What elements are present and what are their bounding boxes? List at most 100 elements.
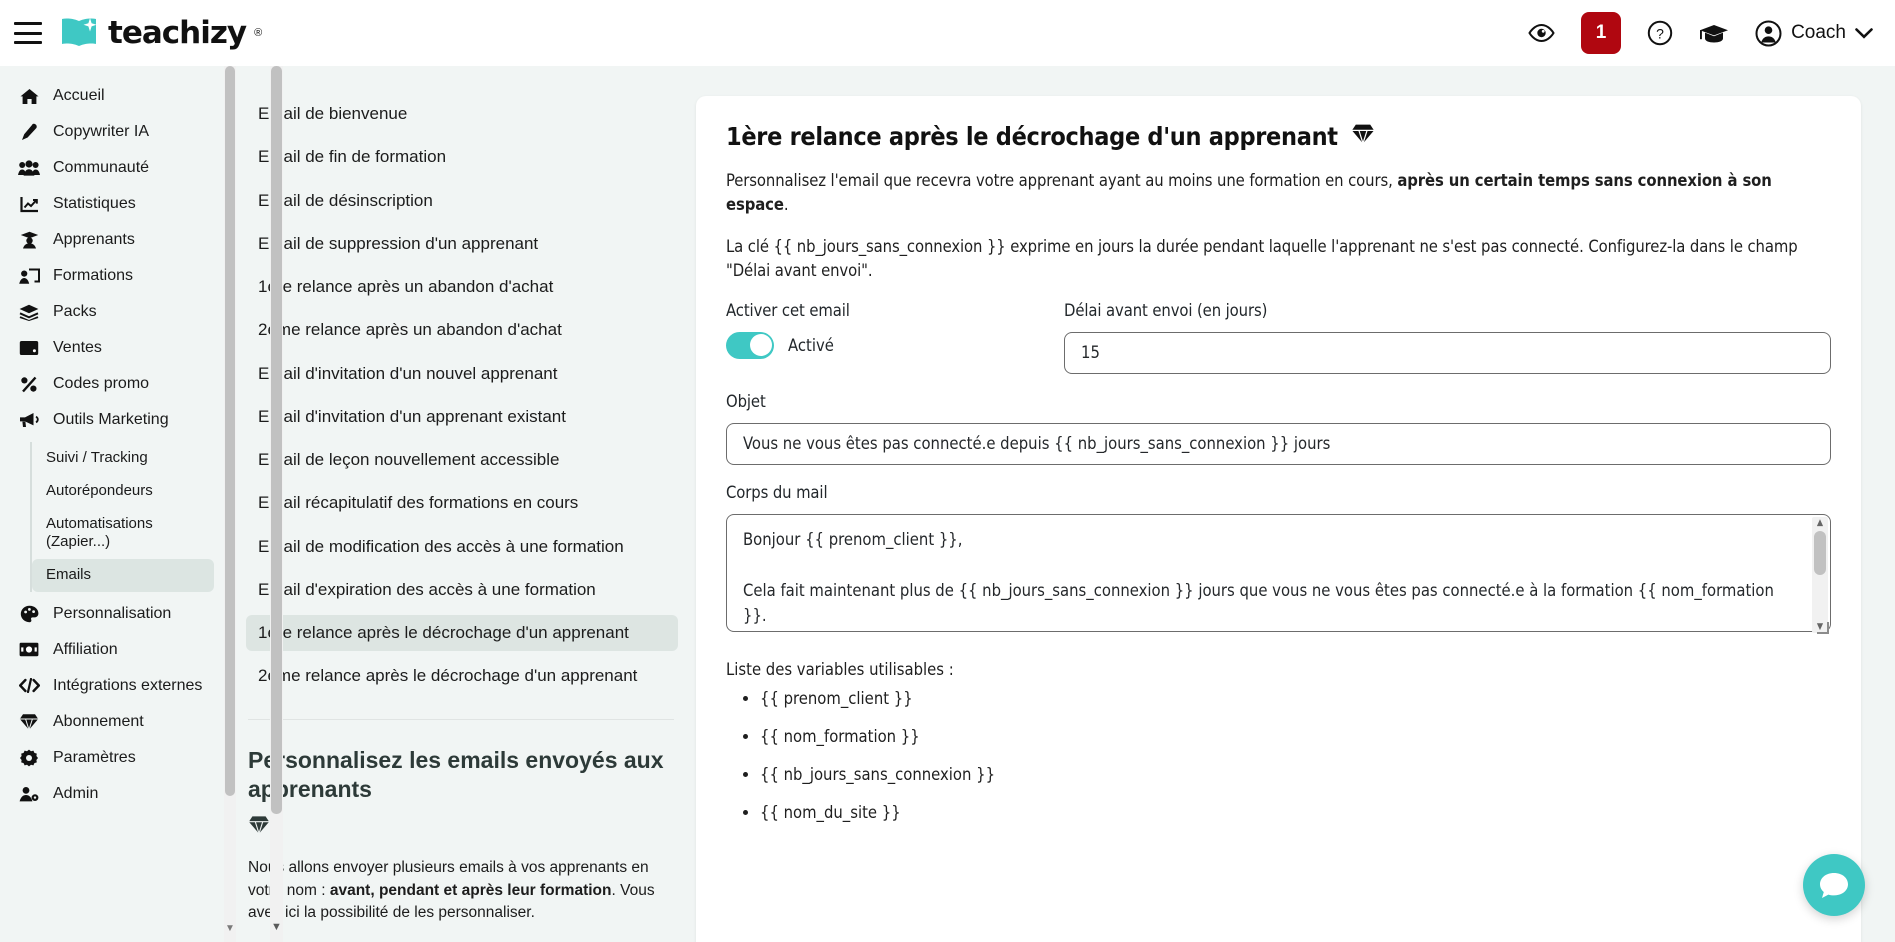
list-item[interactable]: Email de bienvenue: [246, 96, 678, 132]
list-item-selected[interactable]: 1ère relance après le décrochage d'un ap…: [246, 615, 678, 652]
email-item-label: Email d'invitation d'un apprenant exista…: [258, 406, 566, 426]
list-item[interactable]: Email de désinscription: [246, 183, 678, 219]
code-icon: [18, 678, 40, 694]
sidebar-item-copywriter-ia[interactable]: Copywriter IA: [0, 114, 236, 150]
brand-registered-mark: ®: [254, 27, 263, 39]
email-item-label: Email de modification des accès à une fo…: [258, 536, 624, 556]
sidebar-item-label: Outils Marketing: [53, 411, 169, 428]
header-actions: 1 ? Coach: [1528, 12, 1895, 54]
sidebar-item-formations[interactable]: Formations: [0, 258, 236, 294]
sidebar-item-parametres[interactable]: Paramètres: [0, 740, 236, 776]
sidebar-item-accueil[interactable]: Accueil: [0, 78, 236, 114]
sidebar-item-statistiques[interactable]: Statistiques: [0, 186, 236, 222]
email-item-label: Email d'expiration des accès à une forma…: [258, 579, 596, 599]
sidebar-item-label: Paramètres: [53, 748, 136, 766]
account-menu[interactable]: Coach: [1755, 20, 1873, 47]
body-textarea-wrapper: Bonjour {{ prenom_client }}, Cela fait m…: [726, 513, 1831, 636]
sidebar-item-personnalisation[interactable]: Personnalisation: [0, 596, 236, 632]
delay-input[interactable]: [1064, 331, 1831, 374]
email-item-label: Email d'invitation d'un nouvel apprenant: [258, 363, 558, 383]
sidebar-item-label: Accueil: [53, 87, 105, 104]
hamburger-icon[interactable]: [14, 22, 42, 44]
brand-logo[interactable]: teachizy ®: [60, 15, 262, 51]
sidebar-item-integrations-externes[interactable]: Intégrations externes: [0, 668, 236, 704]
sidebar-item-suivi-tracking[interactable]: Suivi / Tracking: [32, 442, 214, 475]
email-item-label: Email récapitulatif des formations en co…: [258, 493, 579, 513]
body-scrollbar[interactable]: ▲ ▼: [1812, 516, 1828, 633]
sidebar-item-label: Apprenants: [53, 231, 135, 248]
email-editor-column: 1ère relance après le décrochage d'un ap…: [696, 66, 1895, 942]
list-item[interactable]: Email de suppression d'un apprenant: [246, 226, 678, 262]
body-scroll-up-icon[interactable]: ▲: [1814, 518, 1826, 528]
card-intro-paragraph: Personnalisez l'email que recevra votre …: [726, 169, 1831, 217]
list-item: {{ nom_du_site }}: [760, 803, 1831, 822]
body-resize-handle[interactable]: [1817, 621, 1829, 634]
sidebar-item-abonnement[interactable]: Abonnement: [0, 704, 236, 740]
graduation-cap-icon[interactable]: [1699, 22, 1729, 44]
user-circle-icon: [1755, 20, 1782, 47]
sidebar-subitem-label: Automatisations (Zapier...): [46, 514, 153, 551]
activate-label: Activer cet email: [726, 300, 850, 320]
notification-badge[interactable]: 1: [1581, 12, 1622, 54]
promo-heading-text: Personnalisez les emails envoyés aux app…: [248, 746, 664, 803]
settings-row: Activer cet email Activé Délai avant env…: [726, 301, 1831, 374]
sidebar-submenu-marketing: Suivi / Tracking Autorépondeurs Automati…: [30, 442, 236, 592]
sidebar-item-outils-marketing[interactable]: Outils Marketing: [0, 402, 236, 438]
sidebar-scroll-thumb[interactable]: [225, 66, 235, 796]
list-item[interactable]: Email de fin de formation: [246, 139, 678, 175]
users-icon: [18, 160, 40, 176]
top-header: teachizy ® 1 ? Coach: [0, 0, 1895, 66]
gem-icon: [1351, 122, 1375, 151]
body-textarea[interactable]: Bonjour {{ prenom_client }}, Cela fait m…: [726, 513, 1831, 632]
promo-paragraph-1: Nous allons envoyer plusieurs emails à v…: [248, 857, 674, 924]
sidebar-item-label: Copywriter IA: [53, 123, 150, 140]
email-list-scroll-thumb[interactable]: [271, 66, 282, 814]
sidebar-item-autorepondeurs[interactable]: Autorépondeurs: [32, 475, 214, 508]
sidebar-item-communaute[interactable]: Communauté: [0, 150, 236, 186]
list-item[interactable]: 1ère relance après un abandon d'achat: [246, 269, 678, 305]
list-item[interactable]: Email de modification des accès à une fo…: [246, 529, 678, 565]
sidebar-item-admin[interactable]: Admin: [0, 776, 236, 812]
list-item[interactable]: Email de leçon nouvellement accessible: [246, 442, 678, 478]
sidebar-item-label: Intégrations externes: [53, 676, 203, 694]
chat-bubble-icon[interactable]: [1803, 854, 1865, 916]
app-root: teachizy ® 1 ? Coach Accueil Copywriter …: [0, 0, 1895, 942]
list-item[interactable]: Email d'invitation d'un nouvel apprenant: [246, 356, 678, 392]
pen-icon: [18, 123, 40, 141]
email-editor-card: 1ère relance après le décrochage d'un ap…: [696, 96, 1861, 942]
activate-toggle[interactable]: [726, 331, 774, 359]
list-item[interactable]: Email d'invitation d'un apprenant exista…: [246, 399, 678, 435]
sidebar-item-apprenants[interactable]: Apprenants: [0, 222, 236, 258]
subject-input[interactable]: [726, 422, 1831, 465]
email-list-scrollbar[interactable]: ▼: [270, 66, 283, 942]
question-circle-icon[interactable]: ?: [1647, 20, 1673, 46]
sidebar-item-emails[interactable]: Emails: [32, 559, 214, 592]
sidebar-item-label: Statistiques: [53, 195, 136, 212]
promo-heading: Personnalisez les emails envoyés aux app…: [248, 746, 674, 844]
sidebar-item-ventes[interactable]: Ventes: [0, 330, 236, 366]
email-item-label: 1ère relance après un abandon d'achat: [258, 277, 554, 296]
email-list-scroll-down-icon[interactable]: ▼: [270, 920, 283, 934]
account-label: Coach: [1791, 22, 1846, 43]
email-item-label: Email de désinscription: [258, 190, 433, 210]
variables-title: Liste des variables utilisables :: [726, 659, 954, 679]
sidebar-item-affiliation[interactable]: Affiliation: [0, 632, 236, 668]
list-item[interactable]: 2ème relance après le décrochage d'un ap…: [246, 658, 678, 694]
list-item[interactable]: Email récapitulatif des formations en co…: [246, 485, 678, 521]
list-item[interactable]: 2ème relance après un abandon d'achat: [246, 312, 678, 348]
list-item[interactable]: Email d'expiration des accès à une forma…: [246, 572, 678, 608]
sidebar-item-packs[interactable]: Packs: [0, 294, 236, 330]
sidebar-item-automatisations[interactable]: Automatisations (Zapier...): [32, 508, 214, 560]
sidebar-item-label: Affiliation: [53, 640, 118, 658]
sidebar-item-codes-promo[interactable]: Codes promo: [0, 366, 236, 402]
sidebar-scroll-down-icon[interactable]: ▼: [225, 922, 235, 936]
eye-icon[interactable]: [1528, 23, 1555, 43]
sidebar-scrollbar[interactable]: ▲ ▼: [224, 65, 236, 942]
activate-field: Activer cet email Activé: [726, 301, 1064, 374]
body-scroll-thumb[interactable]: [1814, 530, 1826, 575]
sidebar-item-label: Admin: [53, 784, 99, 802]
sidebar-item-label: Packs: [53, 303, 97, 320]
page-title: 1ère relance après le décrochage d'un ap…: [726, 122, 1831, 151]
gear-icon: [18, 749, 40, 767]
sidebar-item-label: Formations: [53, 267, 134, 284]
